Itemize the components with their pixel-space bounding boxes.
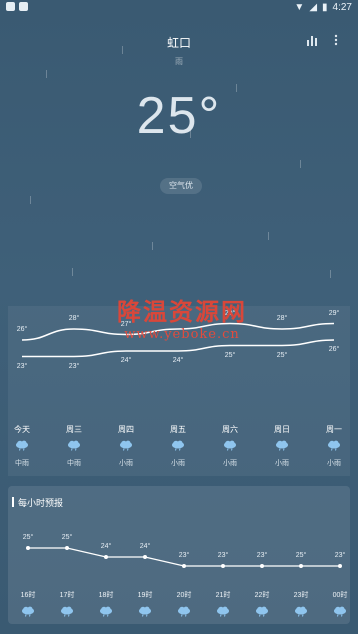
hour-label: 23时 [293,592,309,599]
hour-label: 18时 [98,592,114,599]
hourly-point [143,555,147,559]
rain-cloud-icon [334,606,346,617]
hourly-point [65,546,69,550]
hour-label: 21时 [215,592,231,599]
rain-cloud-icon [256,606,268,617]
hour-label: 16时 [20,592,36,599]
hourly-point [221,564,225,568]
rain-cloud-icon [139,606,151,617]
rain-cloud-icon [178,606,190,617]
hourly-temp-label: 24° [139,543,151,550]
rain-cloud-icon [61,606,73,617]
hourly-temp-label: 23° [217,552,229,559]
hourly-temp-label: 24° [100,543,112,550]
rain-cloud-icon [217,606,229,617]
hourly-temp-label: 25° [22,534,34,541]
hour-label: 00时 [332,592,348,599]
hourly-temp-label: 25° [61,534,73,541]
hourly-point [299,564,303,568]
rain-cloud-icon [100,606,112,617]
hourly-point [260,564,264,568]
rain-cloud-icon [22,606,34,617]
hourly-temp-label: 23° [178,552,190,559]
hour-label: 20时 [176,592,192,599]
hourly-point [338,564,342,568]
hourly-point [26,546,30,550]
hourly-chart [26,546,342,568]
hourly-point [104,555,108,559]
hourly-temp-label: 23° [334,552,346,559]
hour-label: 19时 [137,592,153,599]
hourly-temp-label: 25° [295,552,307,559]
hourly-point [182,564,186,568]
rain-cloud-icon [295,606,307,617]
hour-label: 22时 [254,592,270,599]
hourly-temp-label: 23° [256,552,268,559]
hour-label: 17时 [59,592,75,599]
